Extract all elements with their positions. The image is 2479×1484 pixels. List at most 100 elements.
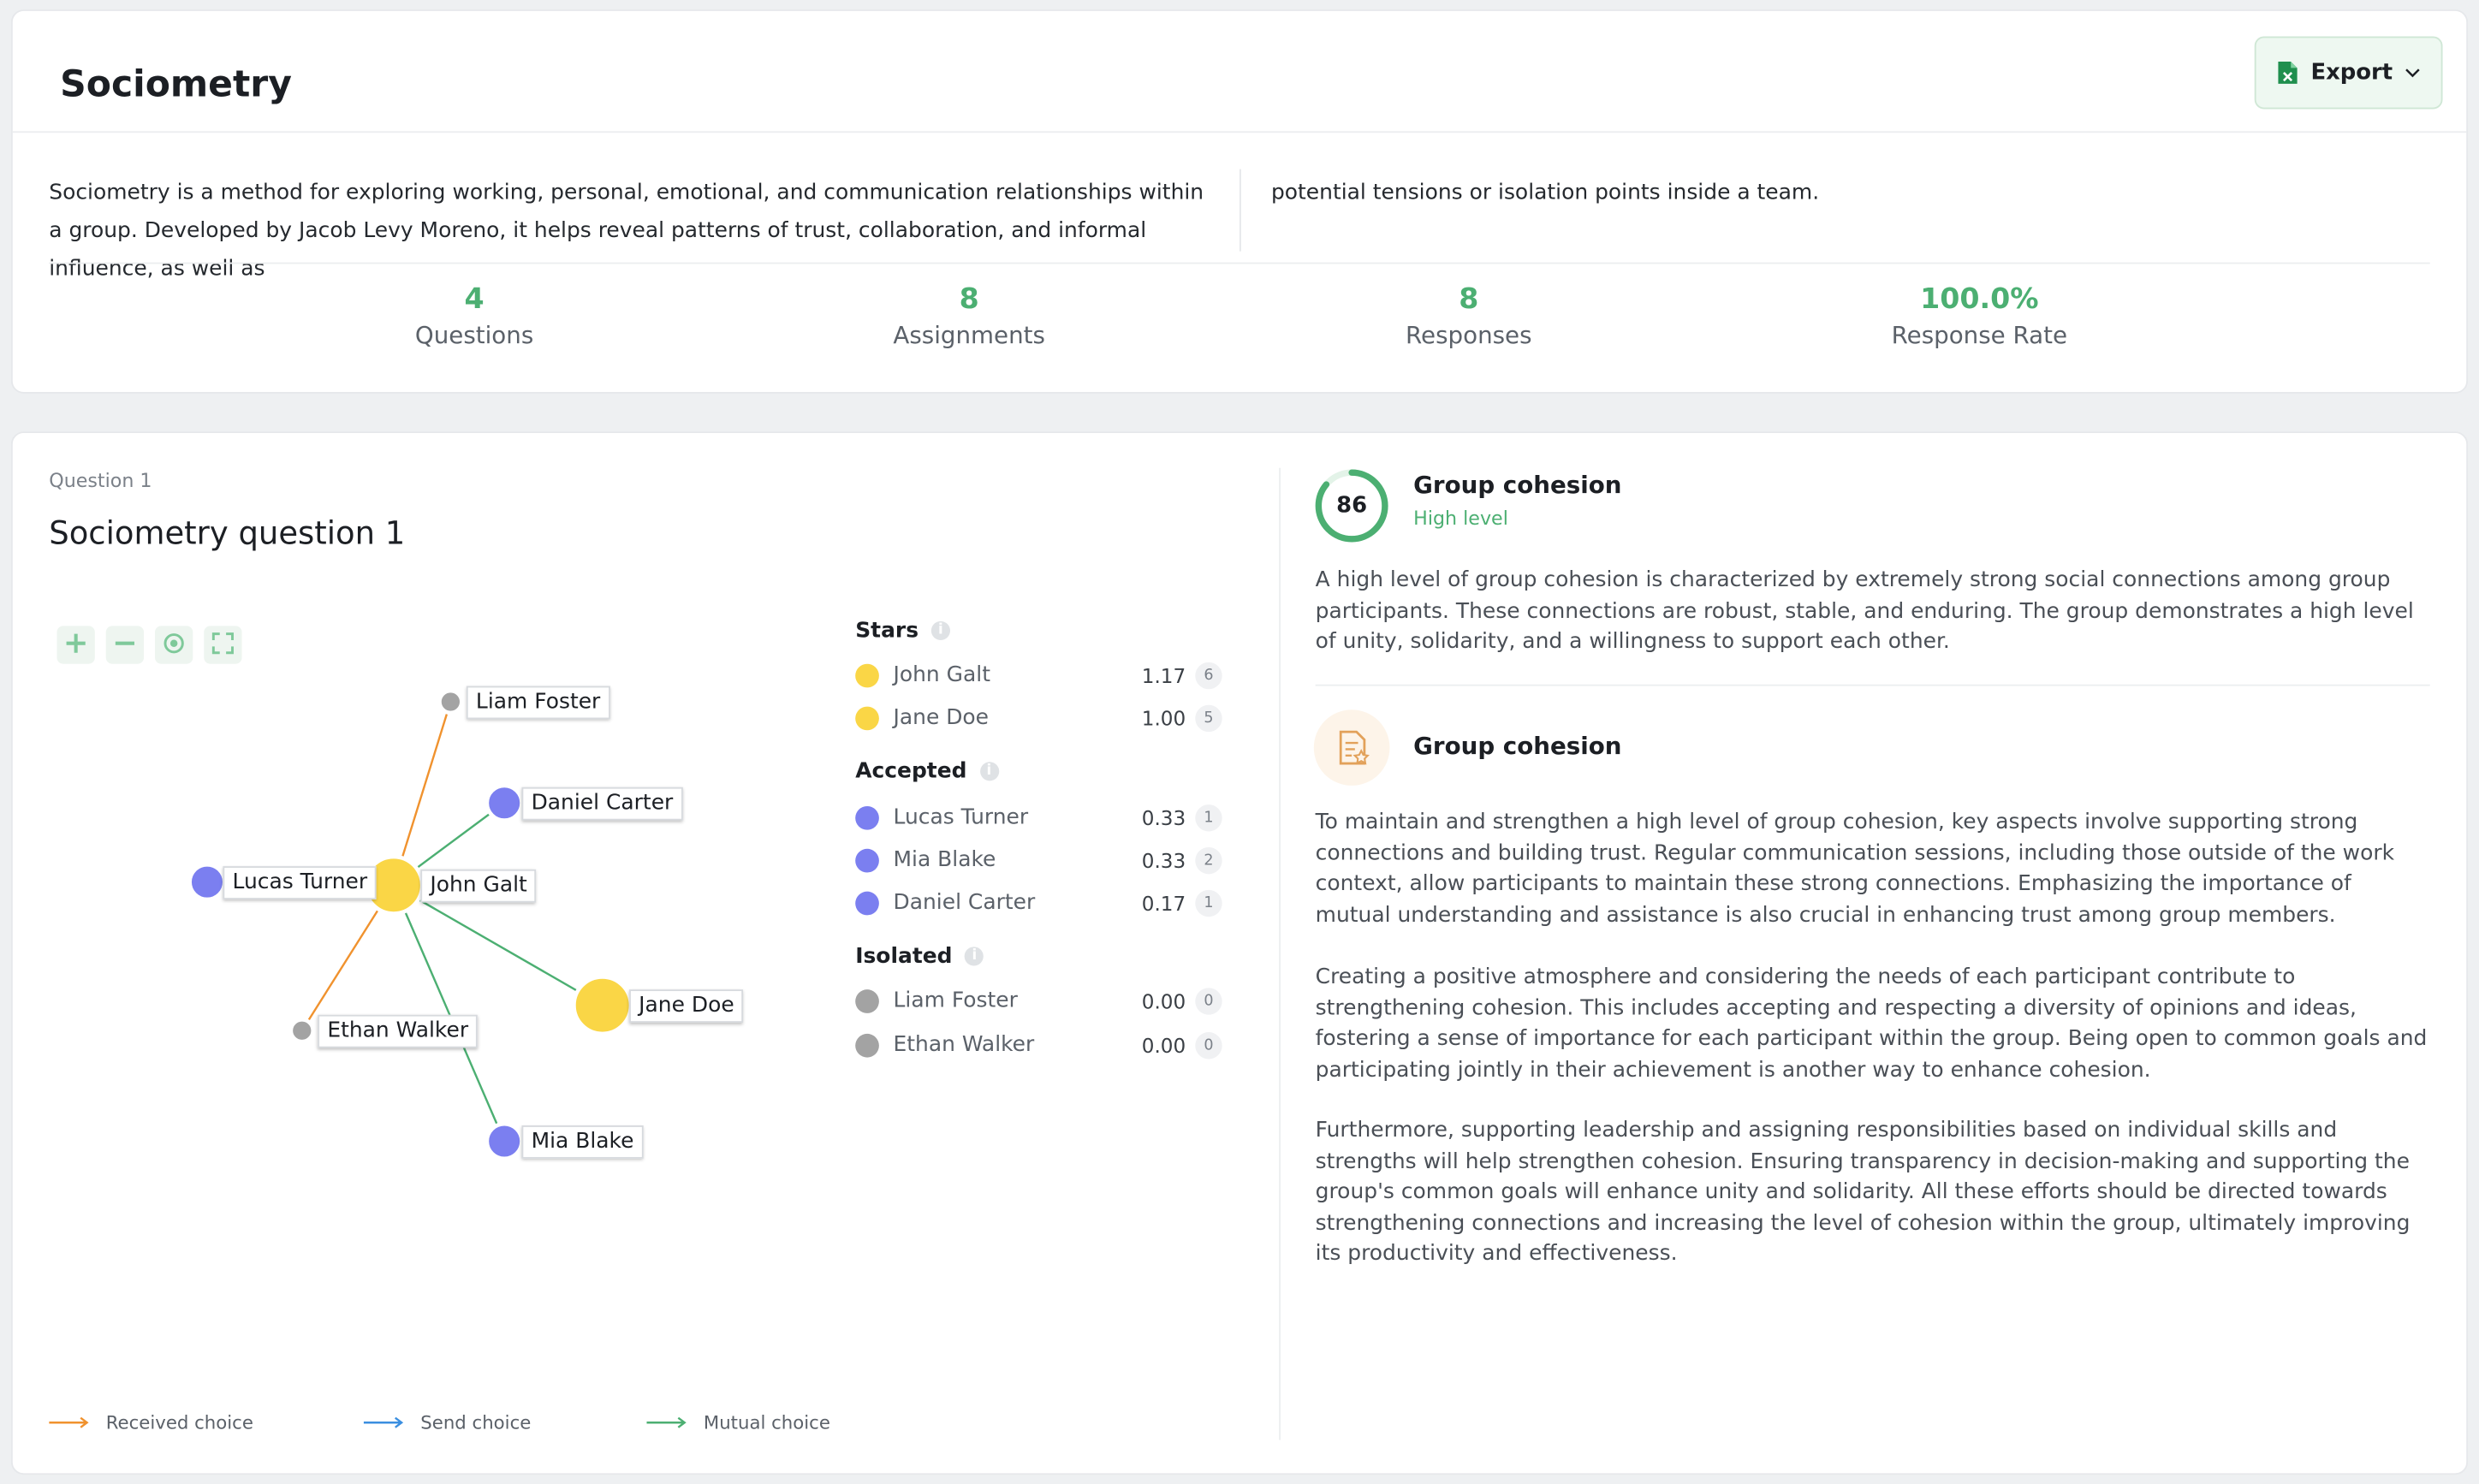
- list-item[interactable]: Ethan Walker 0.00 0: [855, 1029, 1222, 1060]
- document-star-icon: [1313, 709, 1390, 786]
- person-score: 0.00: [1141, 1032, 1186, 1057]
- group-title-label: Isolated: [855, 943, 953, 970]
- stat-value: 100.0%: [1920, 282, 2039, 317]
- person-name: John Galt: [893, 662, 990, 688]
- group-title-isolated: Isolated i: [855, 943, 984, 970]
- cohesion-description: A high level of group cohesion is charac…: [1315, 567, 2414, 655]
- choice-count-badge: 1: [1195, 888, 1222, 917]
- recommendation-title: Group cohesion: [1413, 732, 1622, 761]
- graph-node-label[interactable]: Lucas Turner: [223, 866, 377, 899]
- graph-node[interactable]: [485, 1121, 524, 1161]
- graph-edge: [392, 884, 506, 1142]
- divider: [49, 262, 2430, 264]
- choice-count-badge: 5: [1195, 703, 1222, 732]
- person-score: 0.33: [1141, 847, 1186, 872]
- list-item[interactable]: Lucas Turner 0.33 1: [855, 801, 1222, 833]
- divider: [1240, 169, 1241, 252]
- group-title-accepted: Accepted i: [855, 758, 999, 785]
- graph-node-label[interactable]: Daniel Carter: [521, 787, 683, 821]
- file-excel-icon: [2276, 60, 2298, 86]
- choice-count-badge: 6: [1195, 661, 1222, 689]
- info-icon[interactable]: i: [965, 947, 984, 966]
- graph-node[interactable]: [187, 862, 227, 902]
- graph-node-label[interactable]: Jane Doe: [629, 989, 744, 1023]
- arrow-right-icon: [363, 1411, 405, 1434]
- graph-edge: [393, 884, 603, 1006]
- graph-node[interactable]: [572, 975, 633, 1036]
- info-icon[interactable]: i: [979, 762, 999, 781]
- stat-value: 8: [959, 282, 979, 317]
- person-name: Jane Doe: [893, 704, 990, 731]
- graph-node-label[interactable]: Ethan Walker: [318, 1014, 479, 1048]
- person-score: 0.00: [1141, 988, 1186, 1012]
- person-score: 0.17: [1141, 890, 1186, 915]
- sociogram-graph: [187, 688, 633, 1161]
- recommendation-paragraph: Creating a positive atmosphere and consi…: [1315, 964, 2428, 1083]
- arrow-right-icon: [646, 1411, 687, 1434]
- stat-response-rate: 100.0% Response Rate: [1822, 283, 2137, 350]
- list-item[interactable]: Mia Blake 0.33 2: [855, 844, 1222, 876]
- status-dot: [855, 1032, 879, 1057]
- stat-value: 4: [464, 282, 485, 317]
- cohesion-title: Group cohesion: [1413, 471, 1622, 500]
- export-button[interactable]: Export: [2254, 36, 2443, 110]
- person-score: 0.33: [1141, 805, 1186, 829]
- person-score: 1.00: [1141, 705, 1186, 730]
- person-name: Ethan Walker: [893, 1032, 1035, 1058]
- page-title: Sociometry: [60, 64, 292, 106]
- choice-count-badge: 0: [1195, 1031, 1222, 1059]
- legend-received: Received choice: [49, 1411, 253, 1434]
- legend-label: Send choice: [420, 1411, 532, 1434]
- cohesion-level: High level: [1413, 507, 1508, 530]
- status-dot: [855, 988, 879, 1012]
- stat-responses: 8 Responses: [1311, 283, 1626, 350]
- graph-node[interactable]: [485, 783, 524, 822]
- divider: [1315, 684, 2430, 686]
- overview-card: Sociometry Export Sociometry is a method…: [10, 9, 2469, 394]
- status-dot: [855, 705, 879, 730]
- status-dot: [855, 847, 879, 872]
- group-title-label: Stars: [855, 618, 919, 644]
- group-title-label: Accepted: [855, 758, 967, 785]
- graph-node[interactable]: [288, 1017, 316, 1044]
- legend-label: Received choice: [105, 1411, 253, 1434]
- choice-count-badge: 2: [1195, 846, 1222, 874]
- legend-send: Send choice: [363, 1411, 532, 1434]
- description-right: potential tensions or isolation points i…: [1270, 180, 1820, 206]
- status-dot: [855, 890, 879, 915]
- cohesion-score-value: 86: [1336, 493, 1368, 519]
- divider: [1279, 467, 1281, 1440]
- list-item[interactable]: Daniel Carter 0.17 1: [855, 887, 1222, 918]
- list-item[interactable]: Liam Foster 0.00 0: [855, 985, 1222, 1017]
- stat-value: 8: [1459, 282, 1479, 317]
- person-name: Liam Foster: [893, 988, 1018, 1013]
- graph-node[interactable]: [437, 688, 464, 715]
- graph-node-label[interactable]: Liam Foster: [466, 686, 610, 720]
- graph-node-label[interactable]: John Galt: [420, 869, 537, 903]
- stat-label: Responses: [1406, 320, 1532, 350]
- question-card: Question 1 Sociometry question 1 Liam Fo…: [10, 431, 2469, 1475]
- list-item[interactable]: John Galt 1.17 6: [855, 659, 1222, 691]
- status-dot: [855, 662, 879, 687]
- description-left: Sociometry is a method for exploring wor…: [49, 180, 1204, 282]
- stat-label: Questions: [414, 320, 534, 350]
- status-dot: [855, 805, 879, 829]
- choice-count-badge: 1: [1195, 804, 1222, 831]
- export-label: Export: [2310, 60, 2393, 86]
- list-item[interactable]: Jane Doe 1.00 5: [855, 702, 1222, 733]
- person-name: Mia Blake: [893, 846, 996, 873]
- stat-questions: 4 Questions: [316, 283, 632, 350]
- divider: [12, 131, 2467, 134]
- choice-count-badge: 0: [1195, 987, 1222, 1014]
- group-title-stars: Stars i: [855, 618, 950, 644]
- info-icon[interactable]: i: [930, 620, 950, 641]
- person-name: Daniel Carter: [893, 889, 1036, 916]
- legend-mutual: Mutual choice: [646, 1411, 830, 1434]
- person-score: 1.17: [1141, 662, 1186, 687]
- recommendation-paragraph: To maintain and strengthen a high level …: [1315, 809, 2395, 928]
- legend-label: Mutual choice: [703, 1411, 830, 1434]
- person-name: Lucas Turner: [893, 804, 1029, 830]
- stat-label: Response Rate: [1891, 320, 2068, 350]
- graph-node-label[interactable]: Mia Blake: [521, 1125, 644, 1159]
- stat-assignments: 8 Assignments: [811, 283, 1127, 350]
